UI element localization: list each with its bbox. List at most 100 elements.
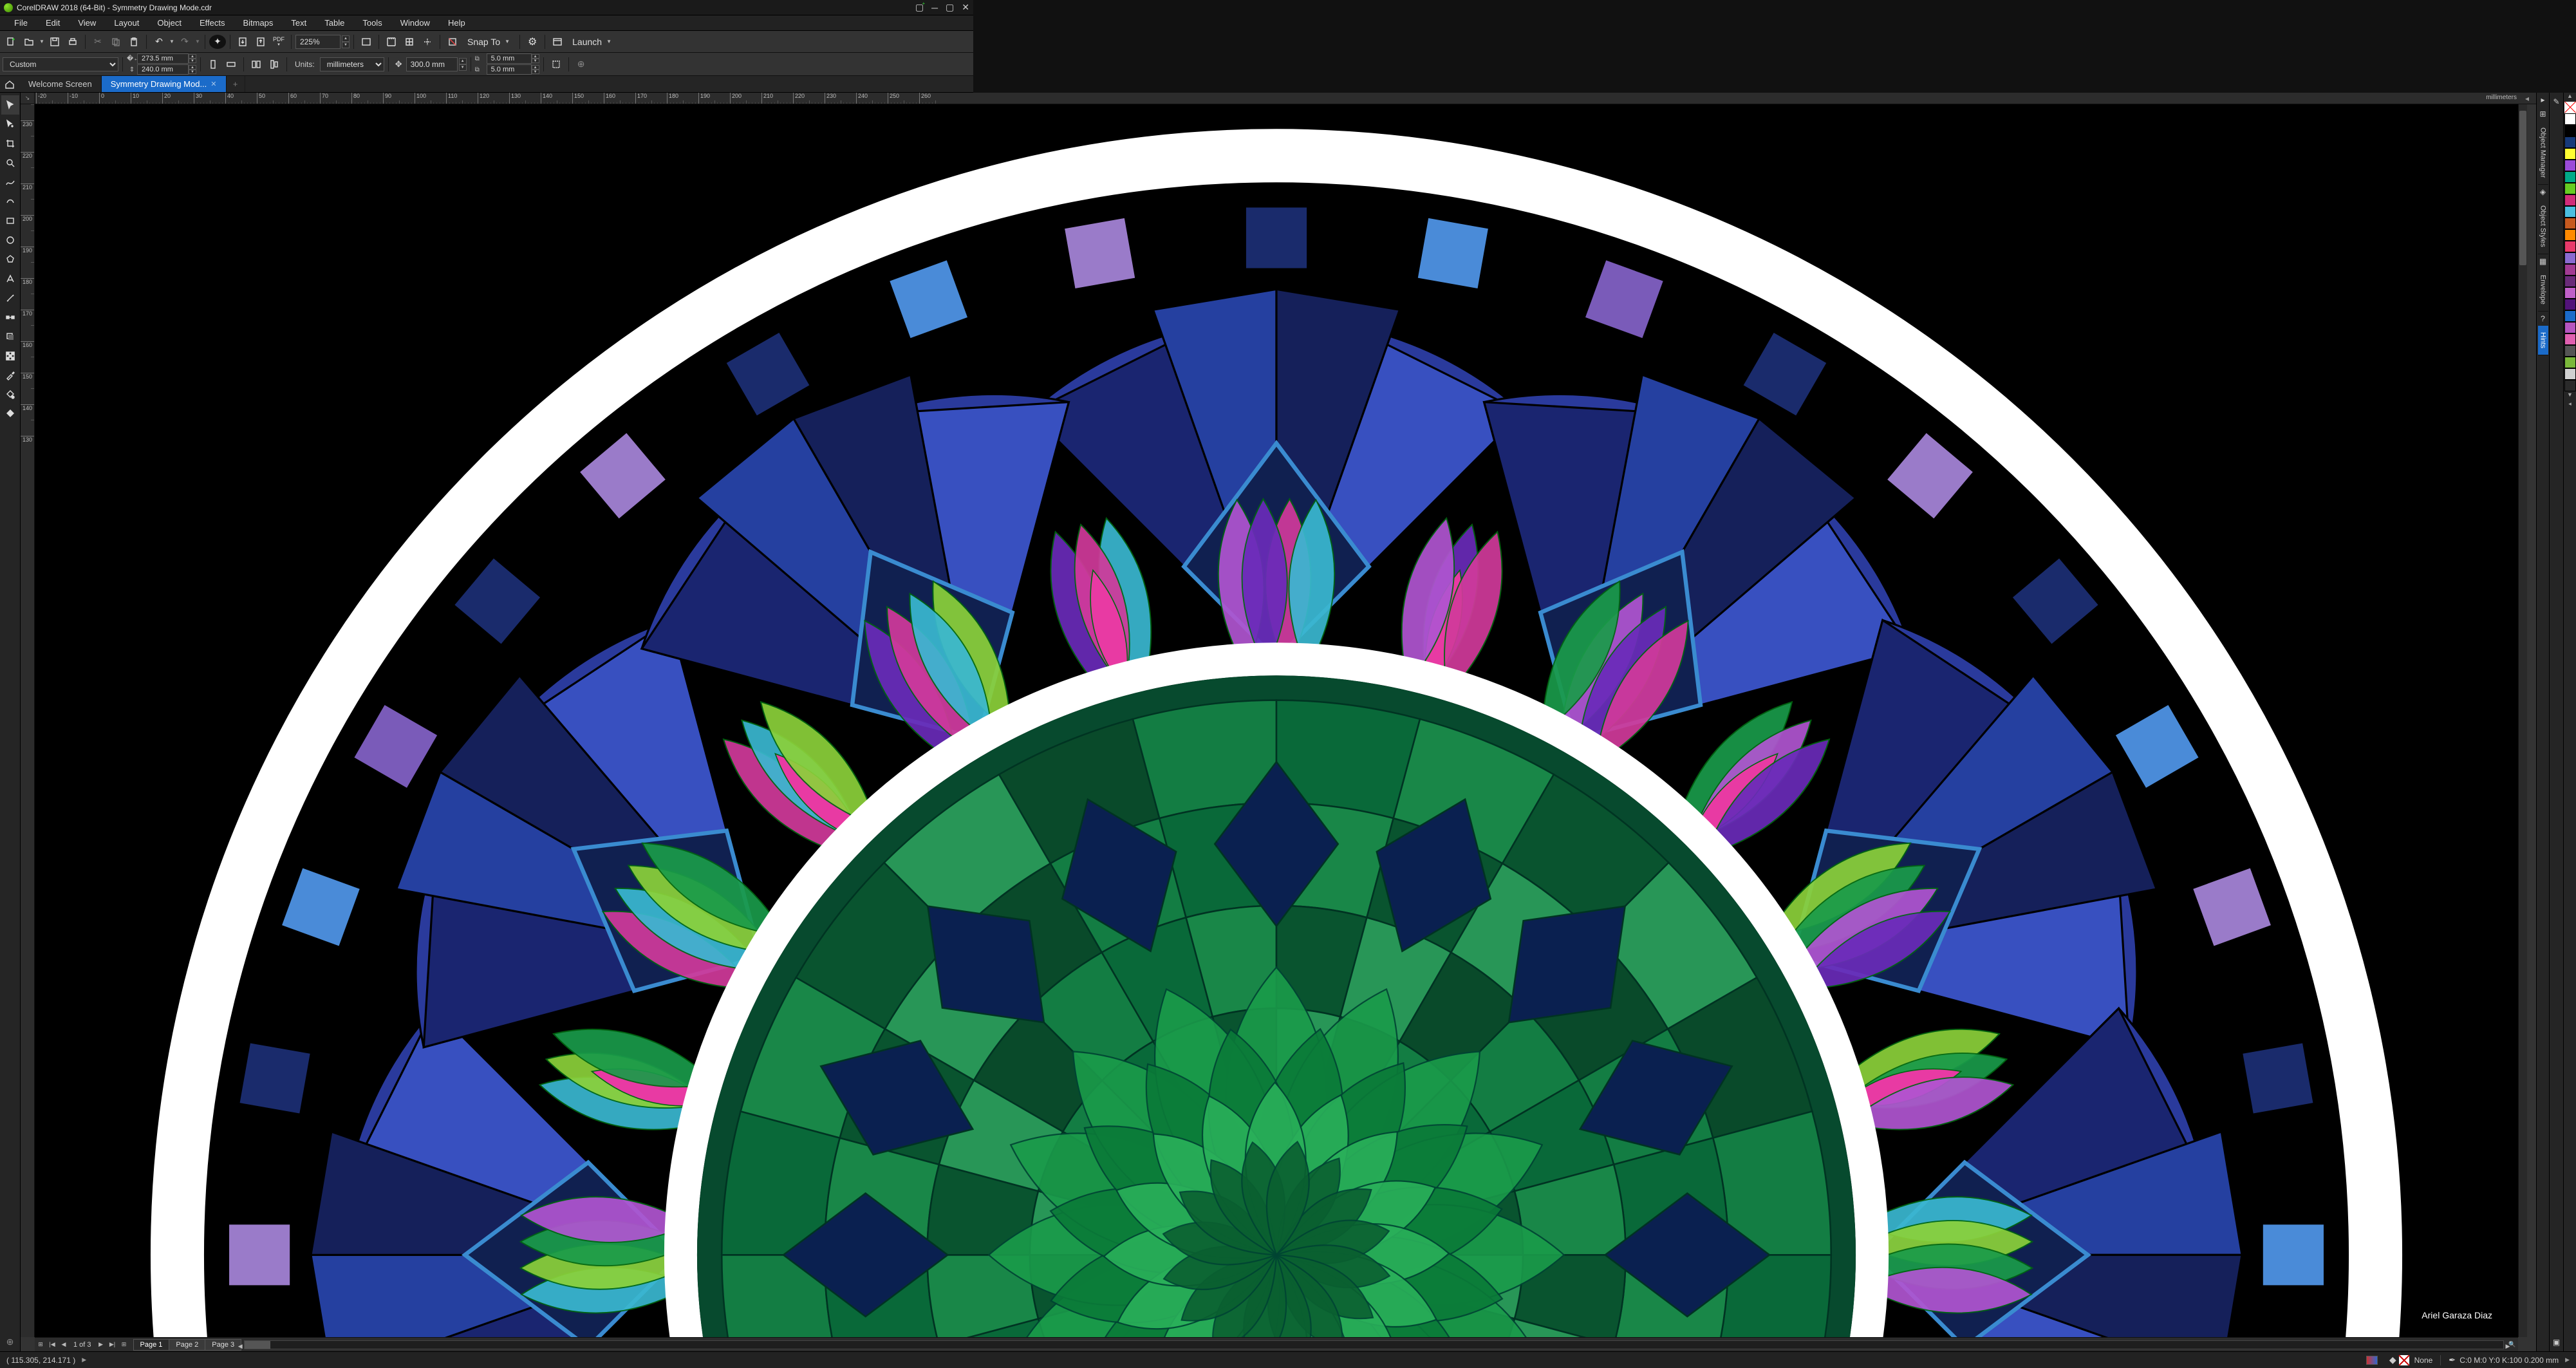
new-button[interactable] <box>3 33 19 50</box>
shape-tool[interactable] <box>1 115 19 134</box>
page-width-input[interactable] <box>137 53 189 64</box>
new-tab-button[interactable]: + <box>227 76 245 92</box>
color-swatch[interactable] <box>2564 125 2576 136</box>
options-button[interactable]: ⚙ <box>524 33 541 50</box>
redo-button[interactable]: ↷ <box>176 33 193 50</box>
polygon-tool[interactable] <box>1 250 19 269</box>
drawing-canvas[interactable]: Ariel Garaza Diaz <box>35 104 2518 1337</box>
maximize-button[interactable]: ▢ <box>946 2 954 13</box>
docker-icon[interactable]: ⊞ <box>2539 107 2546 121</box>
export-button[interactable] <box>252 33 269 50</box>
snap-off-button[interactable] <box>444 33 461 50</box>
color-swatch[interactable] <box>2564 160 2576 171</box>
open-dropdown[interactable]: ▼ <box>39 39 45 44</box>
docker-icon[interactable]: ◈ <box>2540 185 2546 199</box>
color-swatch[interactable] <box>2564 333 2576 345</box>
page-preset-select[interactable]: Custom <box>3 57 118 71</box>
undo-dropdown[interactable]: ▼ <box>169 39 175 44</box>
copy-button[interactable] <box>107 33 124 50</box>
page-tab[interactable]: Page 1 <box>133 1339 170 1351</box>
page-height-input[interactable] <box>137 64 189 75</box>
menu-text[interactable]: Text <box>282 17 315 29</box>
menu-tools[interactable]: Tools <box>353 17 391 29</box>
vertical-ruler[interactable]: 130140150160170180190200210220230 <box>21 104 35 1337</box>
coords-menu-icon[interactable]: ▶ <box>82 1356 86 1363</box>
color-swatch[interactable] <box>2564 218 2576 229</box>
next-page-button[interactable]: ▶ <box>95 1339 107 1351</box>
redo-dropdown[interactable]: ▼ <box>194 39 201 44</box>
artistic-media-tool[interactable] <box>1 192 19 211</box>
undo-button[interactable]: ↶ <box>151 33 167 50</box>
color-swatch[interactable] <box>2564 194 2576 206</box>
menu-effects[interactable]: Effects <box>191 17 234 29</box>
menu-file[interactable]: File <box>5 17 37 29</box>
outline-menu-icon[interactable]: ▶ <box>2565 1356 2570 1363</box>
menu-help[interactable]: Help <box>439 17 474 29</box>
menu-edit[interactable]: Edit <box>37 17 69 29</box>
duplicate-x-input[interactable] <box>487 53 532 64</box>
color-swatch[interactable] <box>2564 357 2576 368</box>
vscroll-thumb[interactable] <box>2519 111 2526 265</box>
horizontal-scrollbar[interactable]: ◀▶ <box>244 1340 2504 1349</box>
color-swatch[interactable] <box>2564 368 2576 380</box>
color-swatch[interactable] <box>2564 148 2576 160</box>
color-swatch[interactable] <box>2564 287 2576 299</box>
units-select[interactable]: millimeters <box>320 57 384 71</box>
color-swatch[interactable] <box>2564 206 2576 218</box>
expand-docker-button[interactable]: ◂ <box>2518 93 2536 104</box>
document-tab-active[interactable]: Symmetry Drawing Mod...✕ <box>102 76 227 92</box>
print-button[interactable] <box>64 33 81 50</box>
color-swatch[interactable] <box>2564 276 2576 287</box>
color-swatch[interactable] <box>2564 171 2576 183</box>
show-rulers-button[interactable] <box>383 33 400 50</box>
prev-page-button[interactable]: ◀ <box>58 1339 70 1351</box>
search-content-button[interactable]: ✦ <box>209 35 226 49</box>
eyedropper-right-icon[interactable]: ✎ <box>2553 93 2559 111</box>
docker-tab-object-styles[interactable]: Object Styles <box>2538 199 2548 254</box>
palette-scroll-up[interactable]: ▲ <box>2564 93 2576 102</box>
palette-scroll-down[interactable]: ▼ <box>2564 391 2576 400</box>
menu-bitmaps[interactable]: Bitmaps <box>234 17 282 29</box>
duplicate-y-input[interactable] <box>487 64 532 75</box>
zoom-tool[interactable] <box>1 153 19 173</box>
drop-shadow-tool[interactable] <box>1 327 19 346</box>
eyedropper-tool[interactable] <box>1 366 19 385</box>
color-swatch[interactable] <box>2564 183 2576 194</box>
crop-tool[interactable] <box>1 134 19 153</box>
add-preset-button[interactable]: ⊕ <box>573 56 590 73</box>
close-button[interactable]: ✕ <box>962 2 969 13</box>
last-page-button[interactable]: ▶| <box>107 1339 118 1351</box>
color-swatch[interactable] <box>2564 299 2576 310</box>
color-swatch[interactable] <box>2564 322 2576 333</box>
docker-tab-object-manager[interactable]: Object Manager <box>2538 121 2548 185</box>
color-swatch[interactable] <box>2564 229 2576 241</box>
menu-window[interactable]: Window <box>391 17 439 29</box>
add-page-after-button[interactable]: ⊞ <box>118 1339 130 1351</box>
fill-none-swatch[interactable] <box>2399 1355 2409 1365</box>
zoom-level-input[interactable] <box>295 35 341 49</box>
treat-as-filled-button[interactable] <box>548 56 565 73</box>
landscape-button[interactable] <box>223 56 239 73</box>
color-proof-icon[interactable] <box>2366 1356 2378 1365</box>
rectangle-tool[interactable] <box>1 211 19 230</box>
toolbox-expand-button[interactable]: ⊕ <box>1 1332 19 1351</box>
color-swatch[interactable] <box>2564 310 2576 322</box>
home-tab-icon[interactable] <box>0 76 19 92</box>
freehand-tool[interactable] <box>1 173 19 192</box>
smart-fill-tool[interactable] <box>1 404 19 424</box>
nudge-distance-input[interactable] <box>406 57 458 71</box>
connector-tool[interactable] <box>1 308 19 327</box>
hscroll-thumb[interactable] <box>245 1341 270 1349</box>
menu-view[interactable]: View <box>69 17 105 29</box>
color-swatch[interactable] <box>2564 345 2576 357</box>
transparency-tool[interactable] <box>1 346 19 366</box>
minimize-button[interactable]: ─ <box>931 3 938 13</box>
color-swatch[interactable] <box>2564 113 2576 125</box>
fullscreen-preview-button[interactable] <box>358 33 375 50</box>
save-button[interactable] <box>46 33 63 50</box>
show-grid-button[interactable] <box>401 33 418 50</box>
color-swatch[interactable] <box>2564 252 2576 264</box>
pick-tool[interactable] <box>1 95 19 115</box>
app-launcher-icon[interactable] <box>549 33 566 50</box>
color-swatch[interactable] <box>2564 136 2576 148</box>
